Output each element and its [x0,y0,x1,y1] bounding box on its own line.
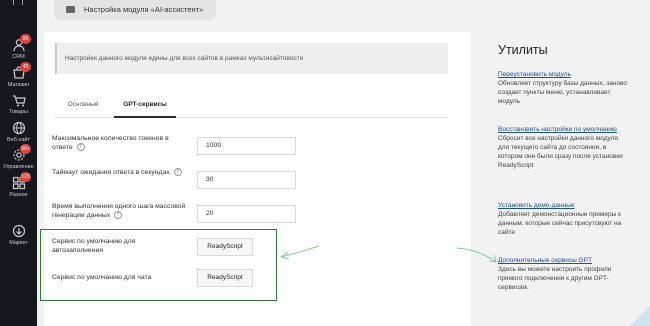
sidebar-item-label: CRM [12,54,25,60]
utility-gpt-services: Дополнительные сервисы GPT Здесь вы може… [498,256,630,292]
collapse-handle[interactable] [13,0,23,5]
sidebar-item-label: Магазин [7,82,30,88]
utilities-title: Утилиты [498,43,548,57]
mass-generation-input[interactable]: 20 [197,205,296,223]
sidebar-item-crm[interactable]: 85 CRM [0,34,37,60]
sidebar-item-misc[interactable]: 122 Разное [0,172,37,198]
sidebar-item-management[interactable]: 99+ Управление [0,144,37,170]
sidebar-item-shop[interactable]: 45 Магазин [0,62,37,88]
sidebar: 85 CRM 45 Магазин Товары Веб-сайт 99+ Уп… [0,0,37,326]
gpt-services-link[interactable]: Дополнительные сервисы GPT [498,256,630,265]
shop-badge: 45 [20,62,31,72]
max-tokens-input[interactable]: 1000 [197,137,296,155]
default-autofill-label: Сервис по умолчанию для автозаполнения [52,238,136,254]
module-title: Настройка модуля «AI-ассистент» [84,5,204,14]
timeout-input[interactable]: 30 [197,171,296,189]
help-icon[interactable]: ? [114,211,123,220]
install-demo-link[interactable]: Установить демо-данные [498,201,630,210]
max-tokens-label: Максимальное количество токенов в ответе [52,135,169,151]
utility-reinstall: Переустановить модуль Обновляет структур… [498,70,630,106]
reinstall-module-desc: Обновляет структуру базы данных, заново … [498,80,628,105]
sidebar-item-website[interactable]: Веб-сайт [0,121,37,143]
tabs: Основные GPT-сервисы [55,94,448,118]
timeout-label: Таймаут ожидания ответа в секундах [52,169,170,176]
right-arrowhead [488,254,497,263]
sidebar-item-label: Товары [9,109,28,115]
module-icon [66,6,75,13]
website-icon [12,121,25,135]
sidebar-item-market[interactable]: Маркет [0,224,37,246]
sidebar-item-label: Разное [9,192,28,198]
utility-demo-data: Установить демо-данные Добавляет демонст… [498,201,630,237]
sidebar-item-label: Управление [3,164,34,170]
sidebar-item-label: Маркет [9,240,28,246]
corner-decoration [630,306,650,326]
utility-restore-defaults: Восстановить настройки по умолчанию Сбро… [498,125,630,170]
gpt-services-desc: Здесь вы можете настроить профили прямог… [498,266,612,291]
help-icon[interactable]: ? [76,143,85,152]
tab-gpt-services[interactable]: GPT-сервисы [114,94,176,118]
sidebar-item-label: Веб-сайт [6,137,31,143]
multisite-notice: Настройки данного модуля едины для всех … [55,43,448,74]
restore-defaults-link[interactable]: Восстановить настройки по умолчанию [498,125,630,134]
install-demo-desc: Добавляет демонстационные примеры к данн… [498,211,622,236]
default-autofill-select[interactable]: ReadyScript [197,238,253,256]
help-icon[interactable]: ? [173,168,182,177]
default-chat-label: Сервис по умолчанию для чата [52,274,152,281]
market-icon [12,224,25,238]
management-badge: 99+ [20,144,31,154]
restore-defaults-desc: Сбросит все настройки данного модуля для… [498,135,623,169]
misc-badge: 122 [20,172,31,182]
reinstall-module-link[interactable]: Переустановить модуль [498,70,630,79]
crm-badge: 85 [20,34,31,44]
tab-basic[interactable]: Основные [63,94,103,118]
module-title-pill: Настройка модуля «AI-ассистент» [54,0,216,20]
default-chat-select[interactable]: ReadyScript [197,269,253,287]
sidebar-item-products[interactable]: Товары [0,93,37,115]
products-icon [12,95,26,107]
settings-card: Настройки данного модуля едины для всех … [40,32,471,326]
